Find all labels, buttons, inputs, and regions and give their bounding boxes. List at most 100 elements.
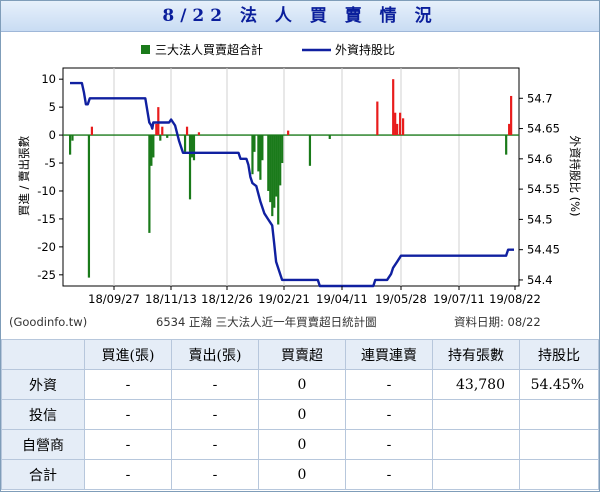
col-header-net: 買賣超: [258, 339, 346, 370]
row-label-dealer: 自營商: [1, 429, 85, 460]
col-header-streak: 連買連賣: [345, 339, 433, 370]
x-tick-label: 19/02/21: [258, 292, 310, 306]
net-bar: [267, 135, 270, 191]
col-header-holding-ratio: 持股比: [519, 339, 599, 370]
net-bar: [508, 123, 511, 136]
right-tick-label: 54.6: [527, 152, 553, 166]
right-tick-label: 54.65: [527, 122, 560, 136]
x-tick-label: 19/08/22: [489, 292, 541, 306]
cell-net: 0: [258, 429, 346, 460]
net-bar: [155, 123, 158, 136]
net-bar: [376, 101, 379, 136]
cell-net: 0: [258, 369, 346, 400]
left-tick-label: -5: [45, 156, 56, 170]
cell-holdings: 43,780: [432, 369, 520, 400]
net-bar: [69, 135, 72, 155]
page-title: 8/22 法 人 買 賣 情 況: [1, 1, 599, 32]
net-bar: [505, 135, 508, 155]
net-bar: [510, 95, 513, 136]
cell-holding-ratio: [519, 459, 599, 490]
legend-bar-swatch: [141, 45, 150, 54]
net-bar: [308, 135, 312, 166]
cell-net: 0: [258, 459, 346, 490]
row-label-total: 合計: [1, 459, 85, 490]
cell-holdings: [432, 429, 520, 460]
net-bar: [392, 79, 395, 136]
col-header-sell: 賣出(張): [171, 339, 259, 370]
net-bar: [197, 132, 201, 136]
cell-sell: -: [171, 369, 259, 400]
y-left-label: 買進 / 賣出張數: [17, 135, 31, 216]
table-row-dealer: 自營商 - - 0 -: [1, 429, 599, 460]
cell-streak: -: [345, 459, 433, 490]
net-bar: [185, 126, 189, 136]
net-bar: [259, 135, 262, 180]
x-tick-label: 19/04/11: [316, 292, 368, 306]
net-bar: [190, 135, 194, 158]
y-right-label: 外資持股比 (%): [568, 135, 582, 216]
net-bar: [281, 135, 284, 164]
table-row-trust: 投信 - - 0 -: [1, 399, 599, 430]
cell-net: 0: [258, 399, 346, 430]
net-bar: [87, 135, 91, 278]
data-date: 資料日期: 08/22: [454, 315, 541, 329]
right-tick-label: 54.45: [527, 243, 560, 257]
x-axis-ticks: 18/09/27 18/11/13 18/12/26 19/02/21 19/04/11…: [88, 286, 541, 306]
col-header-holdings: 持有張數: [432, 339, 520, 370]
chart-area: 三大法人買賣超合計 外資持股比 10 5 0 -5 -10 -15 -20 -25 54.7 5…: [1, 32, 599, 338]
net-bar: [192, 135, 196, 161]
cell-sell: -: [171, 399, 259, 430]
left-tick-label: -10: [37, 184, 56, 198]
table-row-foreign: 外資 - - 0 - 43,780 54.45%: [1, 369, 599, 400]
row-label-trust: 投信: [1, 399, 85, 430]
net-bar: [273, 135, 276, 208]
cell-holding-ratio: [519, 399, 599, 430]
cell-sell: -: [171, 459, 259, 490]
right-tick-label: 54.7: [527, 91, 553, 105]
cell-holdings: [432, 399, 520, 430]
left-tick-label: 10: [41, 72, 56, 86]
net-bar: [183, 135, 187, 152]
net-bar: [159, 135, 162, 141]
legend-bar-label: 三大法人買賣超合計: [155, 42, 263, 57]
net-bar: [257, 135, 260, 172]
cell-holdings: [432, 459, 520, 490]
net-bar: [394, 112, 397, 136]
right-axis-ticks: 54.7 54.65 54.6 54.55 54.5 54.45 54.4: [519, 91, 560, 287]
cell-streak: -: [345, 429, 433, 460]
net-bar: [269, 135, 272, 203]
net-bar: [279, 135, 282, 186]
net-bar: [90, 126, 94, 136]
x-tick-label: 19/07/11: [433, 292, 485, 306]
net-bar: [150, 135, 153, 166]
col-header-buy: 買進(張): [84, 339, 172, 370]
net-bar: [277, 135, 280, 225]
plot-frame: [62, 67, 520, 287]
table-row-total: 合計 - - 0 -: [1, 459, 599, 490]
net-bar: [261, 135, 264, 161]
left-axis-ticks: 10 5 0 -5 -10 -15 -20 -25: [37, 72, 63, 282]
net-bar: [253, 135, 256, 152]
cell-buy: -: [84, 429, 172, 460]
net-bar: [71, 135, 74, 141]
x-tick-label: 19/05/28: [375, 292, 427, 306]
institutional-summary-table: 買進(張) 賣出(張) 買賣超 連買連賣 持有張數 持股比 外資 - - 0 -…: [1, 339, 599, 490]
net-bar: [287, 130, 290, 136]
chart-panel: 8/22 法 人 買 賣 情 況 三大法人買賣超合計 外資持股比 10 5 0 -5 -…: [0, 0, 600, 492]
cell-buy: -: [84, 369, 172, 400]
legend-line-label: 外資持股比: [335, 42, 395, 57]
col-header-label: [1, 339, 85, 370]
left-tick-label: -20: [37, 240, 56, 254]
left-tick-label: 5: [49, 100, 56, 114]
left-tick-label: -25: [37, 268, 56, 282]
net-bar: [251, 135, 254, 175]
net-bar: [402, 118, 405, 136]
cell-sell: -: [171, 429, 259, 460]
net-bar: [396, 123, 399, 136]
left-tick-label: -15: [37, 212, 56, 226]
net-bar: [328, 135, 331, 139]
x-tick-label: 18/09/27: [88, 292, 140, 306]
net-bar: [152, 135, 155, 158]
cell-holding-ratio: 54.45%: [519, 369, 599, 400]
right-tick-label: 54.55: [527, 182, 560, 196]
